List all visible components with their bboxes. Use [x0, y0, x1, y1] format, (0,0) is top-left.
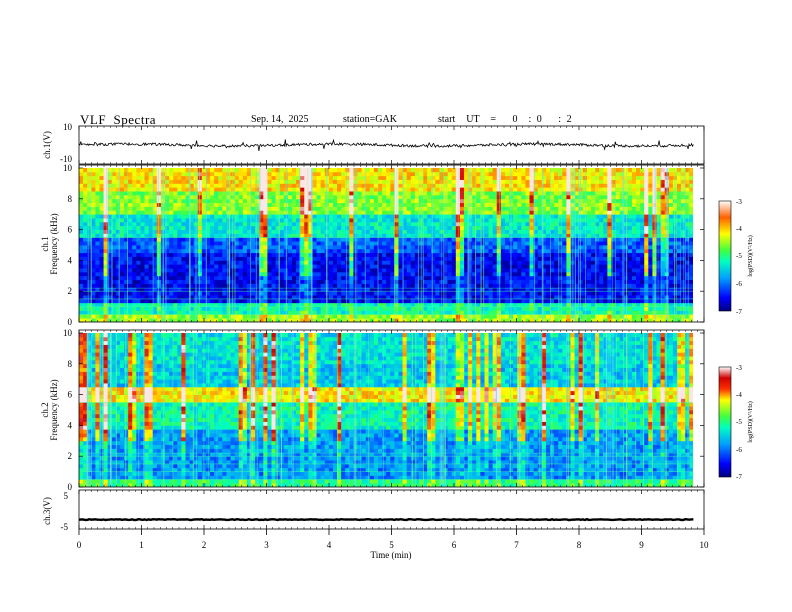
ch2-cbar-tick-m7: -7	[736, 473, 742, 481]
freq-tick-label: 10	[63, 328, 73, 338]
ch1-cbar-tick-m7: -7	[736, 308, 742, 316]
ch1-colorbar	[718, 200, 732, 312]
ch1-spectrogram-heatmap	[79, 168, 693, 322]
x-tick-label: 0	[77, 540, 82, 550]
ch1-colorbar-label: log(PSD)(V²/Hz)	[747, 235, 754, 276]
x-tick-label: 4	[327, 540, 332, 550]
freq-tick-label: 0	[68, 317, 73, 327]
ch2-cbar-tick-m5: -5	[736, 418, 742, 426]
vlf-spectra-figure: 10 -10 ch.1(V) 0246810 ch.1 Frequency (k…	[40, 122, 754, 560]
x-tick-label: 6	[452, 540, 457, 550]
ch1-ytick-top: 10	[63, 122, 73, 132]
freq-tick-label: 10	[63, 163, 73, 173]
freq-tick-label: 4	[68, 255, 73, 265]
x-tick-label: 1	[139, 540, 144, 550]
ch2-colorbar	[718, 366, 732, 478]
x-tick-label: 10	[700, 540, 710, 550]
ch2-spectrogram-panel: 0246810 ch.2 Frequency (kHz) -3 -4 -5 -6…	[40, 328, 754, 492]
ch3-ytick-bottom: -5	[61, 522, 69, 532]
ch1-spectrogram-panel: 0246810 ch.1 Frequency (kHz) -3 -4 -5 -6…	[40, 163, 754, 327]
ch1-waveform-ylabel: ch.1(V)	[42, 131, 52, 159]
x-tick-label: 5	[389, 540, 394, 550]
x-axis-label: Time (min)	[371, 550, 412, 560]
ch3-ytick-top: 5	[64, 491, 69, 501]
ch1-cbar-tick-m5: -5	[736, 252, 742, 260]
ch2-cbar-tick-m3: -3	[736, 364, 742, 372]
freq-tick-label: 6	[68, 390, 73, 400]
ch1-waveform-line	[78, 138, 694, 151]
freq-tick-label: 4	[68, 420, 73, 430]
ch1-cbar-tick-m3: -3	[736, 198, 742, 206]
x-tick-label: 9	[639, 540, 644, 550]
freq-tick-label: 2	[68, 286, 73, 296]
freq-tick-label: 0	[68, 482, 73, 492]
x-tick-label: 8	[577, 540, 582, 550]
freq-tick-label: 8	[68, 194, 73, 204]
ch1-cbar-tick-m6: -6	[736, 280, 742, 288]
freq-tick-label: 8	[68, 359, 73, 369]
x-tick-label: 7	[514, 540, 519, 550]
ch2-spectrogram-heatmap	[79, 333, 693, 487]
ch2-cbar-tick-m6: -6	[736, 446, 742, 454]
ch3-waveform-ylabel: ch.3(V)	[42, 497, 52, 525]
ch2-colorbar-label: log(PSD)(V²/Hz)	[747, 401, 754, 442]
ch2-cbar-tick-m4: -4	[736, 391, 742, 399]
freq-tick-label: 6	[68, 225, 73, 235]
ch1-spectrogram-ylabel-2: Frequency (kHz)	[49, 213, 59, 274]
ch3-waveform-frame	[78, 489, 705, 530]
ch1-cbar-tick-m4: -4	[736, 225, 742, 233]
x-tick-label: 3	[264, 540, 269, 550]
x-tick-label: 2	[202, 540, 207, 550]
ch3-waveform-line	[78, 517, 694, 522]
ch2-spectrogram-ylabel-2: Frequency (kHz)	[49, 379, 59, 440]
freq-tick-label: 2	[68, 451, 73, 461]
